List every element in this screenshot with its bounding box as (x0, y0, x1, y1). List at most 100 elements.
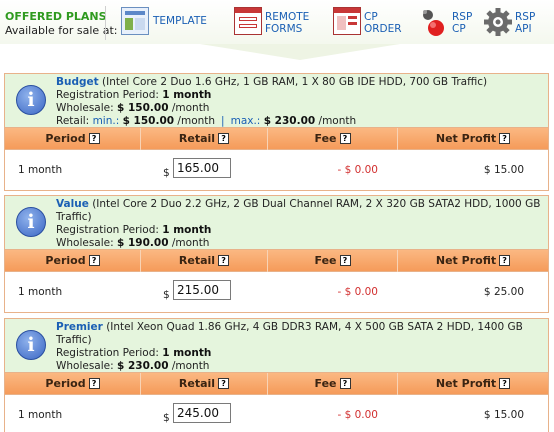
retail-min-unit: /month (177, 115, 216, 127)
info-icon: i (16, 330, 46, 360)
retail-label: Retail: (56, 115, 90, 127)
retail-max-unit: /month (318, 115, 357, 127)
help-icon[interactable]: ? (88, 133, 100, 144)
column-fee-label: Fee (314, 377, 337, 390)
wholesale-label: Wholesale: (56, 237, 114, 249)
plan-details: Budget (Intel Core 2 Duo 1.6 GHz, 1 GB R… (56, 76, 487, 128)
info-icon: i (16, 85, 46, 115)
column-retail: Retail? (140, 250, 267, 272)
retail-max-label: max.: (230, 115, 261, 127)
column-profit-label: Net Profit (435, 132, 497, 145)
template-icon (121, 7, 149, 35)
registration-label: Registration Period: (56, 347, 159, 359)
column-period-label: Period (45, 254, 86, 267)
retail-range-line: Retail: min.: $ 150.00 /month | max.: $ 23… (56, 115, 487, 128)
wholesale-label: Wholesale: (56, 102, 114, 114)
plan-summary: i Value (Intel Core 2 Duo 2.2 GHz, 2 GB … (5, 196, 548, 262)
column-retail-label: Retail (178, 132, 216, 145)
column-fee: Fee? (267, 373, 397, 395)
plan-panel-budget: i Budget (Intel Core 2 Duo 1.6 GHz, 1 GB… (4, 73, 549, 191)
plan-title-line: Premier (Intel Xeon Quad 1.86 GHz, 4 GB … (56, 321, 548, 347)
available-for-sale-label: Available for sale at: (5, 24, 118, 37)
row-net-profit: $ 25.00 (483, 286, 524, 298)
wholesale-unit: /month (171, 360, 210, 372)
pricing-table-header: Period? Retail? Fee? Net Profit? (5, 373, 548, 395)
row-fee: - $ 0.00 (337, 409, 378, 421)
pricing-table-header: Period? Retail? Fee? Net Profit? (5, 250, 548, 272)
retail-price-input[interactable] (173, 280, 231, 300)
help-icon[interactable]: ? (499, 378, 511, 389)
help-icon[interactable]: ? (339, 133, 351, 144)
registration-period: 1 month (162, 224, 212, 236)
help-icon[interactable]: ? (88, 255, 100, 266)
nav-rsp-cp-label: RSP CP (452, 11, 473, 35)
column-period-label: Period (45, 377, 86, 390)
column-period: Period? (5, 128, 140, 150)
plan-summary: i Premier (Intel Xeon Quad 1.86 GHz, 4 G… (5, 319, 548, 385)
nav-template-label: TEMPLATE (153, 15, 207, 27)
plan-panel-value: i Value (Intel Core 2 Duo 2.2 GHz, 2 GB … (4, 195, 549, 313)
column-fee-label: Fee (314, 132, 337, 145)
column-fee: Fee? (267, 128, 397, 150)
retail-max-price: $ 230.00 (263, 115, 316, 127)
plan-name: Premier (56, 321, 103, 333)
plan-specs: (Intel Xeon Quad 1.86 GHz, 4 GB DDR3 RAM… (56, 321, 523, 346)
table-row: 1 month $ - $ 0.00 $ 25.00 (5, 272, 548, 312)
retail-price-input[interactable] (173, 158, 231, 178)
help-icon[interactable]: ? (218, 255, 230, 266)
help-icon[interactable]: ? (218, 378, 230, 389)
help-icon[interactable]: ? (339, 378, 351, 389)
row-net-profit: $ 15.00 (483, 164, 524, 176)
column-period: Period? (5, 250, 140, 272)
offered-plans-header: OFFERED PLANS Available for sale at: TEM… (0, 0, 554, 62)
header-pointer-arrow (200, 44, 400, 60)
help-icon[interactable]: ? (88, 378, 100, 389)
pricing-table-header: Period? Retail? Fee? Net Profit? (5, 128, 548, 150)
help-icon[interactable]: ? (339, 255, 351, 266)
plan-panel-premier: i Premier (Intel Xeon Quad 1.86 GHz, 4 G… (4, 318, 549, 432)
registration-label: Registration Period: (56, 224, 159, 236)
currency-symbol: $ (163, 289, 170, 301)
currency-symbol: $ (163, 167, 170, 179)
wholesale-price: $ 230.00 (117, 360, 169, 372)
column-net-profit: Net Profit? (397, 128, 548, 150)
registration-line: Registration Period: 1 month (56, 224, 548, 237)
column-net-profit: Net Profit? (397, 373, 548, 395)
wholesale-unit: /month (171, 102, 210, 114)
column-fee: Fee? (267, 250, 397, 272)
plan-title-line: Value (Intel Core 2 Duo 2.2 GHz, 2 GB Du… (56, 198, 548, 224)
plan-title-line: Budget (Intel Core 2 Duo 1.6 GHz, 1 GB R… (56, 76, 487, 89)
column-profit-label: Net Profit (435, 377, 497, 390)
registration-line: Registration Period: 1 month (56, 89, 487, 102)
wholesale-line: Wholesale: $ 150.00 /month (56, 102, 487, 115)
row-fee: - $ 0.00 (337, 286, 378, 298)
help-icon[interactable]: ? (218, 133, 230, 144)
plan-specs: (Intel Core 2 Duo 1.6 GHz, 1 GB RAM, 1 X… (102, 76, 488, 88)
table-row: 1 month $ - $ 0.00 $ 15.00 (5, 150, 548, 190)
retail-min-price: $ 150.00 (122, 115, 175, 127)
registration-period: 1 month (162, 89, 212, 101)
header-divider (105, 6, 106, 40)
column-period-label: Period (45, 132, 86, 145)
currency-symbol: $ (163, 412, 170, 424)
wholesale-label: Wholesale: (56, 360, 114, 372)
info-icon: i (16, 207, 46, 237)
nav-remote-forms-label: REMOTE FORMS (265, 11, 310, 35)
row-period: 1 month (18, 409, 63, 421)
plan-name: Budget (56, 76, 99, 88)
column-net-profit: Net Profit? (397, 250, 548, 272)
wholesale-line: Wholesale: $ 190.00 /month (56, 237, 548, 250)
help-icon[interactable]: ? (499, 133, 511, 144)
column-retail-label: Retail (178, 377, 216, 390)
plan-name: Value (56, 198, 89, 210)
retail-price-input[interactable] (173, 403, 231, 423)
gear-icon (484, 7, 512, 36)
help-icon[interactable]: ? (499, 255, 511, 266)
row-fee: - $ 0.00 (337, 164, 378, 176)
registration-line: Registration Period: 1 month (56, 347, 548, 360)
rsp-cp-icon (420, 7, 448, 36)
wholesale-unit: /month (171, 237, 210, 249)
column-retail: Retail? (140, 128, 267, 150)
registration-period: 1 month (162, 347, 212, 359)
column-retail-label: Retail (178, 254, 216, 267)
